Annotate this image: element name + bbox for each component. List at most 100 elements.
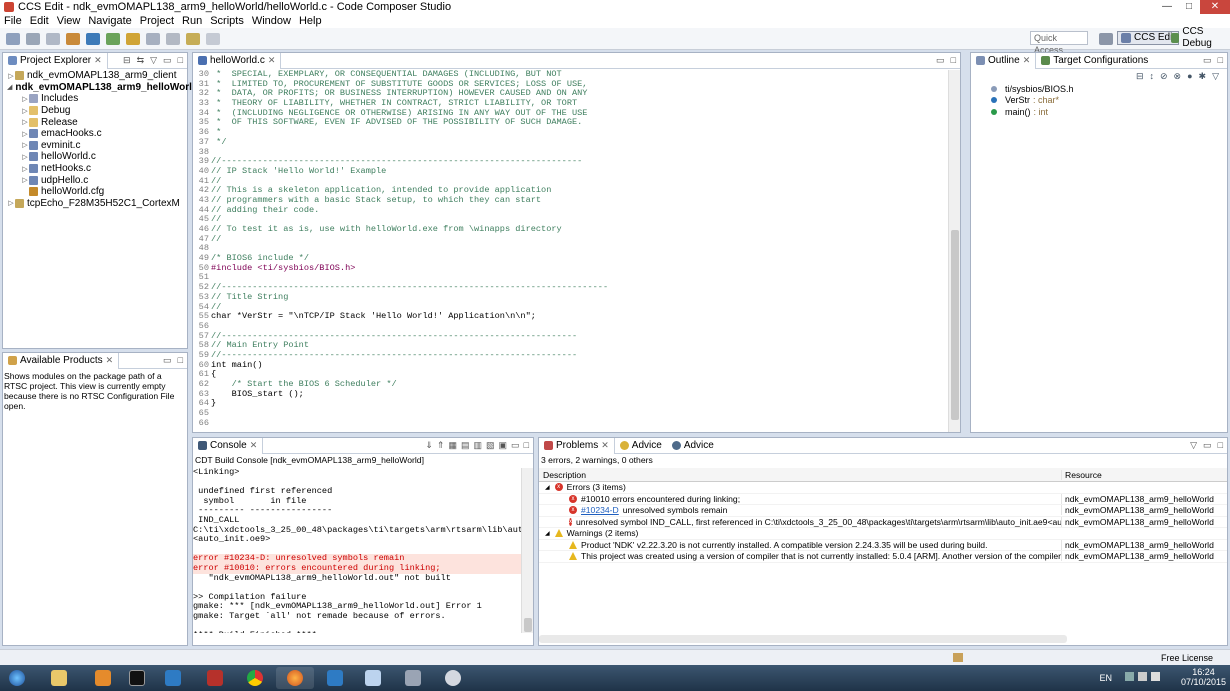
- problem-row[interactable]: Product 'NDK' v2.22.3.20 is not currentl…: [539, 539, 1227, 551]
- close-tab-icon[interactable]: ✕: [1023, 55, 1031, 66]
- tree-item[interactable]: ▷ netHooks.c: [3, 163, 187, 175]
- hide-static-icon[interactable]: ⊗: [1174, 71, 1182, 82]
- taskbar-cmd[interactable]: [118, 667, 156, 689]
- remove-launch-icon[interactable]: ⇑: [437, 440, 445, 451]
- close-tab-icon[interactable]: ✕: [601, 440, 609, 451]
- taskbar-media[interactable]: [84, 667, 122, 689]
- language-indicator[interactable]: EN: [1099, 673, 1112, 683]
- expand-arrow-icon[interactable]: ▷: [7, 199, 15, 207]
- close-tab-icon[interactable]: ✕: [106, 355, 114, 366]
- link-icon[interactable]: ✱: [1199, 71, 1207, 82]
- display-console-icon[interactable]: ▧: [486, 440, 495, 451]
- problem-row[interactable]: ◢ Warnings (2 items): [539, 528, 1227, 540]
- tab-problems[interactable]: Problems ✕: [539, 437, 615, 454]
- scroll-lock-icon[interactable]: ▦: [448, 440, 457, 451]
- tab-available-products[interactable]: Available Products ✕: [3, 352, 120, 369]
- expand-arrow-icon[interactable]: ▷: [21, 176, 29, 184]
- view-menu-icon[interactable]: ▽: [150, 55, 157, 66]
- debug-bug-icon[interactable]: [106, 32, 120, 45]
- minimize-view-icon[interactable]: ▭: [1203, 55, 1212, 66]
- collapse-all-icon[interactable]: ⊟: [123, 55, 131, 66]
- taskbar-app[interactable]: [434, 667, 472, 689]
- menu-run[interactable]: Run: [178, 15, 206, 27]
- maximize-view-icon[interactable]: □: [178, 55, 183, 66]
- tray-icon[interactable]: [1125, 672, 1134, 681]
- view-menu-icon[interactable]: ▽: [1212, 71, 1219, 82]
- problem-row[interactable]: ◢ x Errors (3 items): [539, 482, 1227, 494]
- pin-console-icon[interactable]: ▤: [461, 440, 470, 451]
- clock[interactable]: 16:24 07/10/2015: [1181, 667, 1226, 687]
- editor-scrollbar[interactable]: [948, 70, 960, 432]
- updates-icon[interactable]: [953, 653, 963, 662]
- problem-row[interactable]: x #10010 errors encountered during linkin…: [539, 493, 1227, 505]
- menu-view[interactable]: View: [53, 15, 85, 27]
- taskbar-firefox[interactable]: [276, 667, 314, 689]
- expand-arrow-icon[interactable]: ▷: [21, 141, 29, 149]
- minimize-view-icon[interactable]: ▭: [163, 55, 172, 66]
- console-output[interactable]: <Linking> undefined first referenced sym…: [193, 468, 521, 633]
- problem-row[interactable]: x #10234-D unresolved symbols remain ndk_ev…: [539, 505, 1227, 517]
- open-perspective-icon[interactable]: [1099, 33, 1113, 45]
- tab-advice-2[interactable]: Advice: [667, 438, 719, 454]
- maximize-button[interactable]: □: [1178, 0, 1200, 14]
- taskbar-ccs-1[interactable]: [154, 667, 192, 689]
- taskbar-notepad[interactable]: [354, 667, 392, 689]
- word-wrap-icon[interactable]: ▥: [474, 440, 483, 451]
- outline-item[interactable]: ti/sysbios/BIOS.h: [991, 83, 1077, 95]
- tab-console[interactable]: Console ✕: [193, 437, 264, 454]
- maximize-view-icon[interactable]: □: [1218, 440, 1223, 451]
- new-icon[interactable]: [6, 32, 20, 45]
- collapse-arrow-icon[interactable]: ◢: [545, 530, 550, 537]
- code-editor[interactable]: 30 * SPECIAL, EXEMPLARY, OR CONSEQUENTIA…: [193, 70, 948, 432]
- tree-item[interactable]: helloWorld.cfg: [3, 186, 187, 198]
- license-status[interactable]: Free License: [1161, 653, 1213, 663]
- tree-item[interactable]: ▷ udpHello.c: [3, 174, 187, 186]
- tree-item[interactable]: ▷ tcpEcho_F28M35H52C1_CortexM: [3, 198, 187, 210]
- maximize-view-icon[interactable]: □: [178, 355, 183, 366]
- column-resource[interactable]: Resource: [1061, 469, 1227, 480]
- perspective-ccs-debug[interactable]: CCS Debug: [1168, 26, 1230, 49]
- start-button[interactable]: [0, 667, 34, 689]
- menu-file[interactable]: File: [0, 15, 26, 27]
- taskbar-tool[interactable]: [196, 667, 234, 689]
- minimize-view-icon[interactable]: ▭: [936, 55, 945, 66]
- menu-window[interactable]: Window: [248, 15, 295, 27]
- tree-item[interactable]: ▷ emacHooks.c: [3, 128, 187, 140]
- scroll-thumb[interactable]: [951, 230, 959, 420]
- search-icon[interactable]: [166, 32, 180, 45]
- problems-hscrollbar[interactable]: [539, 635, 1067, 643]
- menu-scripts[interactable]: Scripts: [206, 15, 248, 27]
- tab-advice-1[interactable]: Advice: [615, 438, 667, 454]
- close-button[interactable]: ✕: [1200, 0, 1230, 14]
- link-editor-icon[interactable]: ⇆: [137, 55, 145, 66]
- minimize-view-icon[interactable]: ▭: [511, 440, 520, 451]
- sort-icon[interactable]: ↕: [1150, 71, 1155, 82]
- menu-navigate[interactable]: Navigate: [84, 15, 135, 27]
- tree-item[interactable]: ▷ Includes: [3, 93, 187, 105]
- tree-item[interactable]: ▷ Debug: [3, 105, 187, 117]
- external-tools-icon[interactable]: [126, 32, 140, 45]
- expand-arrow-icon[interactable]: ▷: [21, 153, 29, 161]
- expand-arrow-icon[interactable]: ◢: [7, 83, 12, 91]
- outline-item[interactable]: VerStr: char*: [991, 95, 1077, 107]
- taskbar-chrome[interactable]: [236, 667, 274, 689]
- build-hammer-icon[interactable]: [66, 32, 80, 45]
- scroll-thumb[interactable]: [524, 618, 532, 632]
- menu-help[interactable]: Help: [295, 15, 326, 27]
- expand-arrow-icon[interactable]: ▷: [21, 118, 29, 126]
- view-menu-icon[interactable]: ▽: [1190, 440, 1197, 451]
- tree-item[interactable]: ▷ evminit.c: [3, 140, 187, 152]
- menu-edit[interactable]: Edit: [26, 15, 53, 27]
- terminate-icon[interactable]: ⇓: [425, 440, 433, 451]
- open-console-icon[interactable]: ▣: [499, 440, 508, 451]
- save-icon[interactable]: [26, 32, 40, 45]
- maximize-view-icon[interactable]: □: [1218, 55, 1223, 66]
- taskbar-explorer[interactable]: [40, 667, 78, 689]
- minimize-button[interactable]: —: [1156, 0, 1178, 14]
- problem-link[interactable]: #10234-D: [581, 505, 619, 515]
- expand-arrow-icon[interactable]: ▷: [21, 107, 29, 115]
- close-tab-icon[interactable]: ✕: [250, 440, 258, 451]
- refresh-icon[interactable]: [86, 32, 100, 45]
- tree-item[interactable]: ▷ helloWorld.c: [3, 151, 187, 163]
- tab-helloworld-c[interactable]: helloWorld.c ✕: [193, 52, 282, 69]
